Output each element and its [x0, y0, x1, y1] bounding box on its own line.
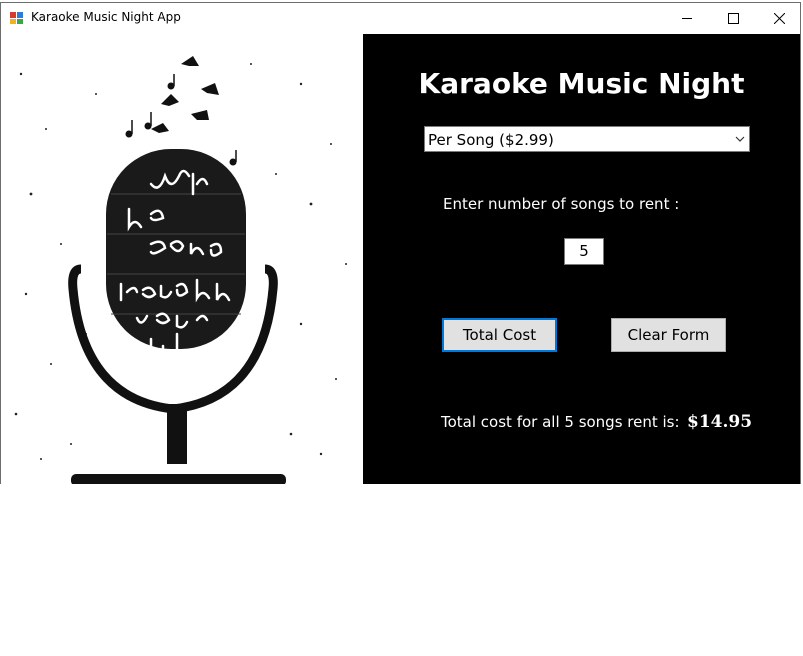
- microphone-illustration: [1, 34, 363, 484]
- songs-prompt-label: Enter number of songs to rent :: [443, 195, 680, 213]
- maximize-button[interactable]: [710, 3, 756, 33]
- rate-select-value: Per Song ($2.99): [428, 131, 554, 149]
- app-icon: [10, 12, 23, 24]
- window-title: Karaoke Music Night App: [31, 10, 181, 24]
- rate-select[interactable]: Per Song ($2.99): [424, 126, 750, 152]
- minimize-icon: [681, 17, 692, 19]
- app-window: Karaoke Music Night App Karaoke Music Ni…: [0, 2, 801, 484]
- page-title: Karaoke Music Night: [418, 67, 745, 100]
- order-panel: Karaoke Music Night Per Song ($2.99) Ent…: [363, 34, 800, 484]
- close-icon: [773, 12, 785, 24]
- clear-form-button[interactable]: Clear Form: [611, 318, 726, 352]
- total-cost-button[interactable]: Total Cost: [442, 318, 557, 352]
- close-button[interactable]: [756, 3, 802, 33]
- result-value: $14.95: [687, 412, 753, 432]
- form-client-area: Karaoke Music Night Per Song ($2.99) Ent…: [1, 34, 800, 484]
- songs-count-input[interactable]: 5: [564, 238, 604, 265]
- maximize-icon: [727, 12, 739, 24]
- minimize-button[interactable]: [664, 3, 710, 33]
- title-bar[interactable]: Karaoke Music Night App: [1, 3, 800, 33]
- microphone-icon: [14, 56, 347, 484]
- chevron-down-icon: [735, 136, 745, 142]
- result-label: Total cost for all 5 songs rent is:: [441, 413, 680, 431]
